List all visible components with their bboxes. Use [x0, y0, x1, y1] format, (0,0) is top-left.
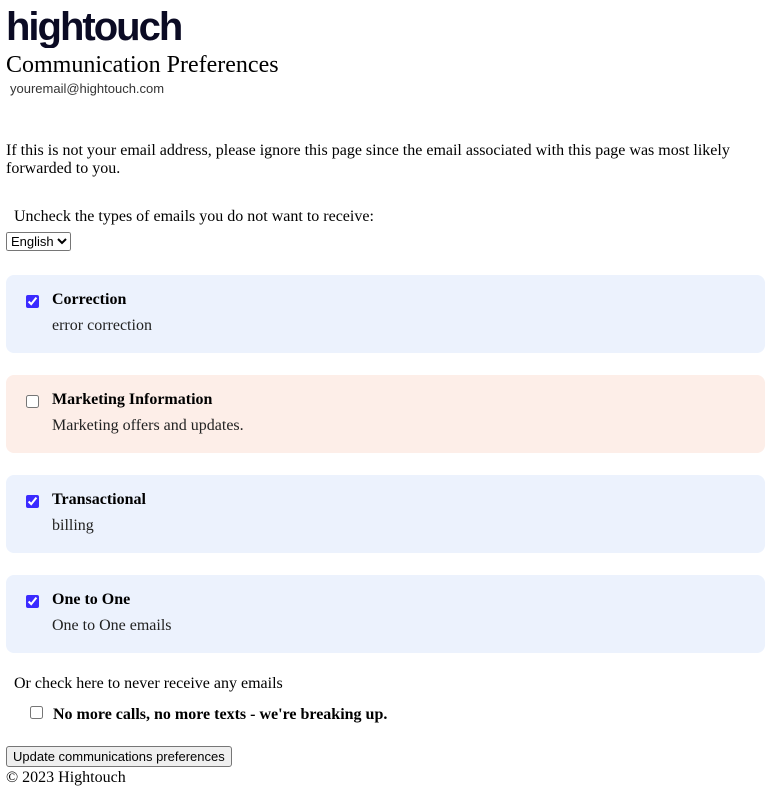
email-notice: If this is not your email address, pleas…: [6, 142, 765, 178]
global-opt-out-intro: Or check here to never receive any email…: [14, 675, 765, 693]
category-description: billing: [52, 517, 749, 535]
category-title: Transactional: [52, 491, 749, 509]
global-opt-out-label[interactable]: No more calls, no more texts - we're bre…: [53, 706, 387, 723]
svg-text:hightouch: hightouch: [6, 8, 181, 48]
hightouch-logo: hightouch: [6, 8, 765, 48]
category-checkbox-transactional[interactable]: [26, 495, 39, 508]
category-card-one-to-one: One to One One to One emails: [6, 575, 765, 653]
page-title: Communication Preferences: [6, 52, 765, 79]
category-title: Marketing Information: [52, 391, 749, 409]
language-select[interactable]: English: [6, 232, 71, 251]
category-card-correction: Correction error correction: [6, 275, 765, 353]
category-checkbox-correction[interactable]: [26, 295, 39, 308]
category-description: error correction: [52, 317, 749, 335]
category-card-marketing: Marketing Information Marketing offers a…: [6, 375, 765, 453]
category-title: Correction: [52, 291, 749, 309]
category-description: One to One emails: [52, 617, 749, 635]
user-email: youremail@hightouch.com: [10, 81, 765, 96]
category-description: Marketing offers and updates.: [52, 417, 749, 435]
category-checkbox-one-to-one[interactable]: [26, 595, 39, 608]
category-title: One to One: [52, 591, 749, 609]
category-card-transactional: Transactional billing: [6, 475, 765, 553]
instructions-text: Uncheck the types of emails you do not w…: [14, 208, 765, 226]
update-preferences-button[interactable]: Update communications preferences: [6, 746, 232, 767]
footer-copyright: © 2023 Hightouch: [6, 769, 765, 787]
category-checkbox-marketing[interactable]: [26, 395, 39, 408]
global-opt-out-checkbox[interactable]: [30, 706, 43, 719]
